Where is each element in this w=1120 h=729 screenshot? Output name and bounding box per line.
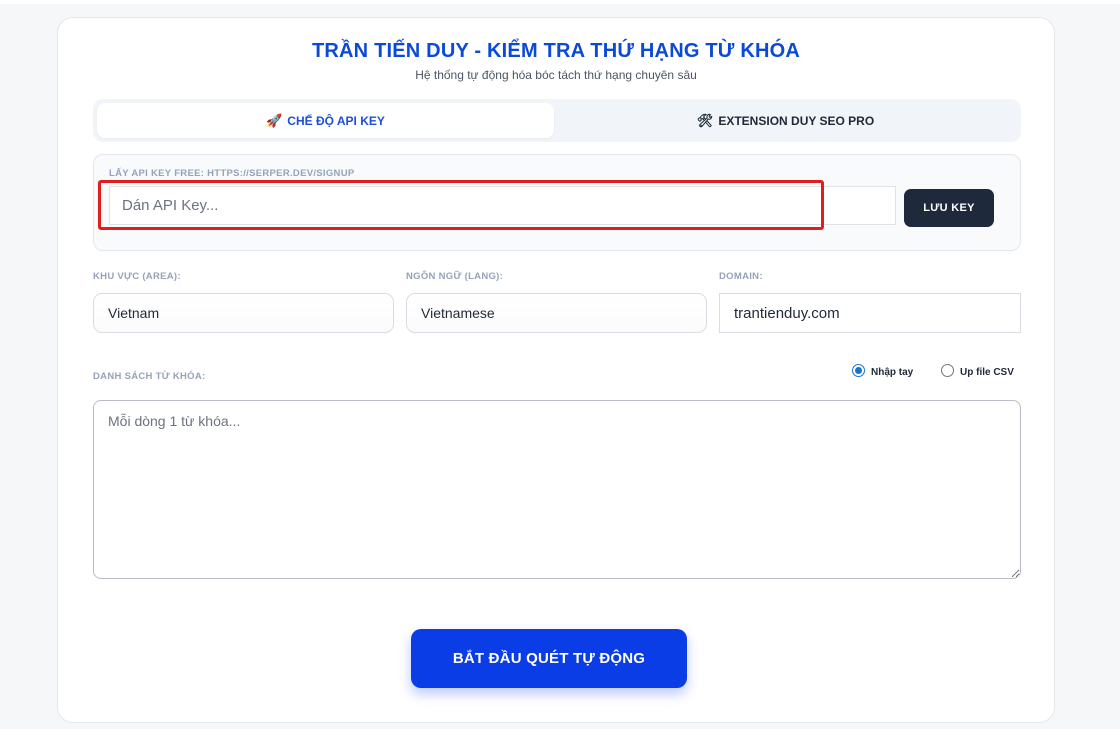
mode-tabs: 🚀 CHẾ ĐỘ API KEY 🛠 EXTENSION DUY SEO PRO xyxy=(93,99,1021,142)
radio-button-checked[interactable] xyxy=(852,364,865,377)
keyword-textarea[interactable] xyxy=(93,400,1021,579)
radio-manual-input[interactable]: Nhập tay xyxy=(852,363,913,378)
domain-label: DOMAIN: xyxy=(719,271,763,282)
keyword-list-label: DANH SÁCH TỪ KHÓA: xyxy=(93,371,206,382)
tab-api-key[interactable]: 🚀 CHẾ ĐỘ API KEY xyxy=(97,103,554,138)
radio-manual-label: Nhập tay xyxy=(871,367,914,378)
rocket-icon: 🚀 xyxy=(266,113,283,128)
tab-extension[interactable]: 🛠 EXTENSION DUY SEO PRO xyxy=(554,103,1017,138)
tools-icon: 🛠 xyxy=(696,113,714,128)
area-label: KHU VỰC (AREA): xyxy=(93,271,181,282)
radio-button[interactable] xyxy=(941,364,954,377)
page-title: TRẦN TIẾN DUY - KIỂM TRA THỨ HẠNG TỪ KHÓ… xyxy=(311,40,801,62)
tab-extension-label: EXTENSION DUY SEO PRO xyxy=(718,113,875,128)
api-key-input[interactable] xyxy=(109,186,896,225)
radio-upload-label: Up file CSV xyxy=(960,367,1014,378)
area-input[interactable] xyxy=(93,293,394,333)
tab-api-key-label: CHẾ ĐỘ API KEY xyxy=(287,113,385,128)
save-key-button[interactable]: LƯU KEY xyxy=(904,189,994,227)
start-scan-button[interactable]: BẮT ĐẦU QUÉT TỰ ĐỘNG xyxy=(411,629,687,688)
lang-input[interactable] xyxy=(406,293,707,333)
top-strip xyxy=(0,0,1120,4)
domain-input[interactable] xyxy=(719,293,1021,333)
lang-label: NGÔN NGỮ (LANG): xyxy=(406,271,504,282)
api-key-panel: LẤY API KEY FREE: HTTPS://SERPER.DEV/SIG… xyxy=(93,154,1021,251)
page-subtitle: Hệ thống tự động hóa bóc tách thứ hạng c… xyxy=(415,68,697,82)
api-key-label: LẤY API KEY FREE: HTTPS://SERPER.DEV/SIG… xyxy=(109,168,355,179)
main-card: TRẦN TIẾN DUY - KIỂM TRA THỨ HẠNG TỪ KHÓ… xyxy=(57,17,1055,723)
radio-upload-csv[interactable]: Up file CSV xyxy=(941,363,1014,378)
